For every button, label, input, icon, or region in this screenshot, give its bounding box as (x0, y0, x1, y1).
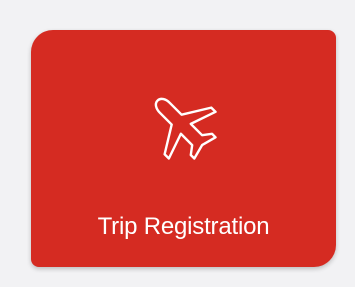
tile-label: Trip Registration (97, 213, 270, 240)
trip-registration-tile[interactable]: Trip Registration (31, 30, 336, 267)
airplane-icon (143, 86, 223, 166)
page-background: Trip Registration (0, 0, 355, 287)
